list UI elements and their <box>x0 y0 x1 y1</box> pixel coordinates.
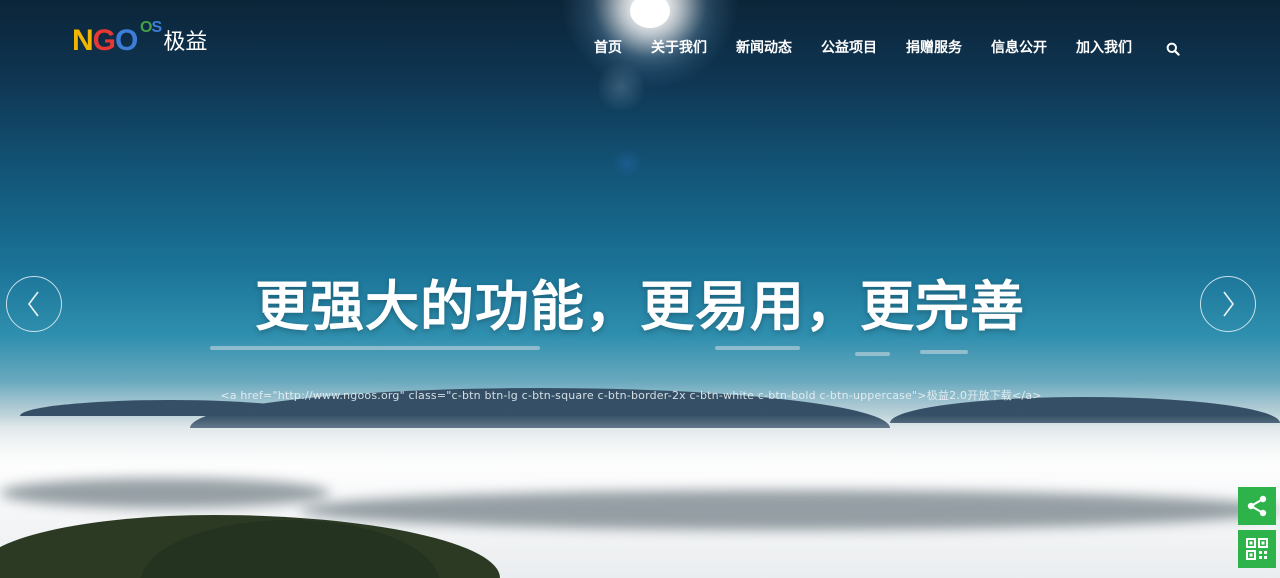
nav-item-home[interactable]: 首页 <box>594 38 622 58</box>
nav-item-news[interactable]: 新闻动态 <box>736 38 792 58</box>
chevron-left-icon <box>28 291 39 317</box>
cloud-shadow <box>0 478 330 508</box>
logo-mark: NGO OS <box>72 20 162 57</box>
hero-raw-link-text: <a href="http://www.ngoos.org" class="c-… <box>220 389 1042 402</box>
share-icon <box>1247 495 1267 517</box>
nav-item-about[interactable]: 关于我们 <box>651 38 707 58</box>
cloud-streak <box>715 346 800 350</box>
share-button[interactable] <box>1238 487 1276 525</box>
hero-slider: NGO OS 极益 首页 关于我们 新闻动态 公益项目 捐赠服务 信息公开 加入… <box>0 0 1280 578</box>
logo-letter-o: O <box>115 24 138 57</box>
lens-flare <box>598 60 644 114</box>
cloud-streak <box>855 352 890 356</box>
logo-os: OS <box>140 19 162 36</box>
logo-letter-n: N <box>72 24 94 57</box>
hero-headline: 更强大的功能，更易用，更完善 <box>255 275 1025 338</box>
lens-flare-small <box>612 148 642 178</box>
nav-item-projects[interactable]: 公益项目 <box>821 38 877 58</box>
chevron-right-icon <box>1223 291 1234 317</box>
logo-letter-g: G <box>92 24 116 57</box>
main-nav: 首页 关于我们 新闻动态 公益项目 捐赠服务 信息公开 加入我们 <box>565 38 1180 58</box>
logo-sup-o: O <box>140 19 152 36</box>
slider-prev-button[interactable] <box>6 276 62 332</box>
cloud-shadow <box>300 490 1280 530</box>
slider-next-button[interactable] <box>1200 276 1256 332</box>
cloud-streak <box>210 346 540 350</box>
nav-item-donate[interactable]: 捐赠服务 <box>906 38 962 58</box>
nav-item-disclosure[interactable]: 信息公开 <box>991 38 1047 58</box>
qrcode-button[interactable] <box>1238 530 1276 568</box>
search-icon[interactable] <box>1166 41 1180 56</box>
logo-name: 极益 <box>163 30 208 55</box>
search-icon-graphic <box>1166 42 1180 56</box>
qrcode-icon <box>1246 538 1268 560</box>
logo-sup-s: S <box>151 19 162 36</box>
cloud-streak <box>920 350 968 354</box>
site-logo[interactable]: NGO OS 极益 <box>72 20 208 57</box>
nav-item-join[interactable]: 加入我们 <box>1076 38 1132 58</box>
